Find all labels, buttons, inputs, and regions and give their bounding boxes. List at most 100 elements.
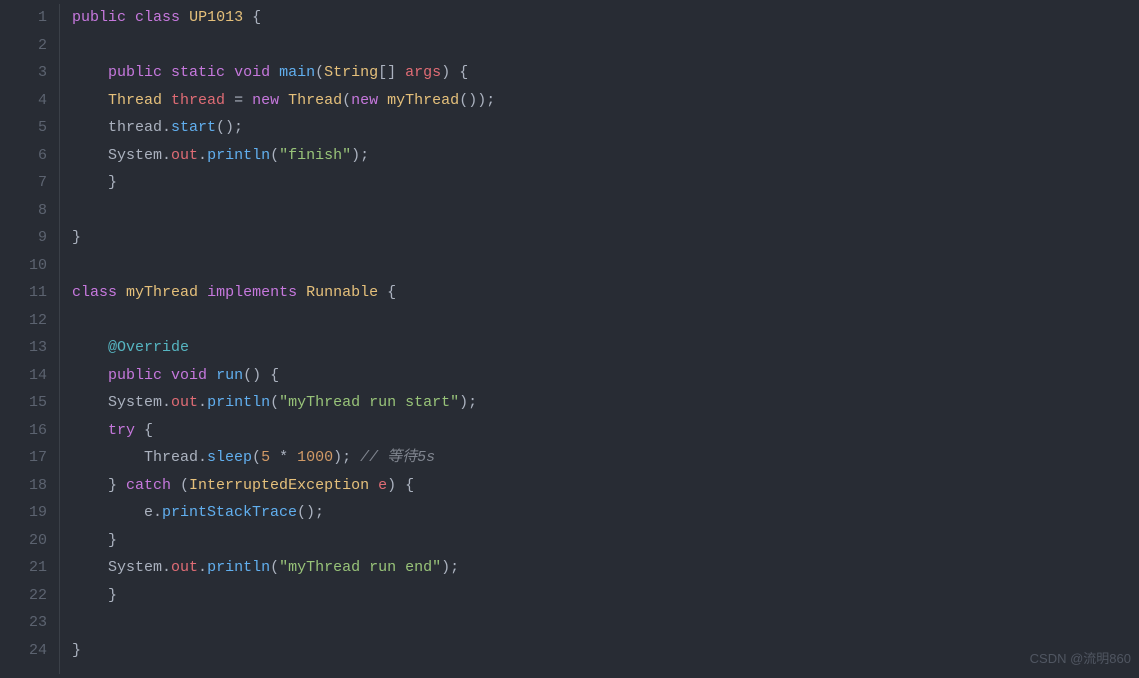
- token-type-yellow: InterruptedException: [189, 477, 369, 494]
- token-plain: ) {: [387, 477, 414, 494]
- code-line[interactable]: [72, 609, 495, 637]
- line-number: 20: [0, 527, 47, 555]
- token-plain: );: [333, 449, 360, 466]
- token-comment: // 等待5s: [360, 449, 435, 466]
- token-plain: (: [252, 449, 261, 466]
- code-line[interactable]: }: [72, 169, 495, 197]
- token-plain: System.: [72, 559, 171, 576]
- code-line[interactable]: Thread.sleep(5 * 1000); // 等待5s: [72, 444, 495, 472]
- token-plain: ();: [216, 119, 243, 136]
- token-plain: {: [243, 9, 261, 26]
- token-plain: );: [441, 559, 459, 576]
- code-line[interactable]: e.printStackTrace();: [72, 499, 495, 527]
- token-plain: [270, 64, 279, 81]
- line-number: 10: [0, 252, 47, 280]
- token-var-red: e: [378, 477, 387, 494]
- token-plain: []: [378, 64, 405, 81]
- code-area[interactable]: public class UP1013 { public static void…: [60, 4, 495, 674]
- token-plain: [72, 92, 108, 109]
- token-plain: [297, 284, 306, 301]
- token-plain: [72, 367, 108, 384]
- token-kw-purple: class: [72, 284, 117, 301]
- token-kw-purple: catch: [126, 477, 171, 494]
- token-fn-blue: println: [207, 394, 270, 411]
- line-number: 2: [0, 32, 47, 60]
- code-line[interactable]: @Override: [72, 334, 495, 362]
- token-plain: }: [72, 587, 117, 604]
- token-plain: e.: [72, 504, 162, 521]
- token-string: "myThread run end": [279, 559, 441, 576]
- token-fn-blue: start: [171, 119, 216, 136]
- code-line[interactable]: }: [72, 224, 495, 252]
- code-line[interactable]: }: [72, 637, 495, 665]
- token-plain: [162, 64, 171, 81]
- token-kw-purple: try: [108, 422, 135, 439]
- code-line[interactable]: try {: [72, 417, 495, 445]
- code-line[interactable]: [72, 307, 495, 335]
- line-number: 13: [0, 334, 47, 362]
- token-fn-blue: println: [207, 559, 270, 576]
- token-plain: .: [198, 147, 207, 164]
- token-kw-purple: implements: [207, 284, 297, 301]
- token-plain: System.: [72, 394, 171, 411]
- token-kw-purple: public: [108, 367, 162, 384]
- line-number: 22: [0, 582, 47, 610]
- token-plain: .: [198, 394, 207, 411]
- token-kw-purple: new: [252, 92, 279, 109]
- code-line[interactable]: [72, 252, 495, 280]
- token-var-red: out: [171, 147, 198, 164]
- code-line[interactable]: [72, 197, 495, 225]
- code-line[interactable]: } catch (InterruptedException e) {: [72, 472, 495, 500]
- token-plain: [162, 92, 171, 109]
- line-number: 8: [0, 197, 47, 225]
- token-plain: [117, 284, 126, 301]
- token-plain: {: [135, 422, 153, 439]
- token-plain: );: [459, 394, 477, 411]
- code-line[interactable]: System.out.println("myThread run end");: [72, 554, 495, 582]
- code-line[interactable]: System.out.println("myThread run start")…: [72, 389, 495, 417]
- token-num: 5: [261, 449, 270, 466]
- token-kw-purple: public: [108, 64, 162, 81]
- token-plain: Thread.: [72, 449, 207, 466]
- token-fn-blue: run: [216, 367, 243, 384]
- code-line[interactable]: public static void main(String[] args) {: [72, 59, 495, 87]
- code-line[interactable]: System.out.println("finish");: [72, 142, 495, 170]
- line-number: 11: [0, 279, 47, 307]
- token-type-yellow: Runnable: [306, 284, 378, 301]
- line-number-gutter: 123456789101112131415161718192021222324: [0, 4, 60, 674]
- token-fn-blue: sleep: [207, 449, 252, 466]
- token-type-yellow: String: [324, 64, 378, 81]
- token-kw-purple: class: [135, 9, 180, 26]
- line-number: 3: [0, 59, 47, 87]
- code-line[interactable]: public void run() {: [72, 362, 495, 390]
- token-kw-purple: static: [171, 64, 225, 81]
- token-num: 1000: [297, 449, 333, 466]
- token-plain: }: [72, 477, 126, 494]
- token-string: "finish": [279, 147, 351, 164]
- code-line[interactable]: public class UP1013 {: [72, 4, 495, 32]
- token-plain: thread.: [72, 119, 171, 136]
- token-kw-purple: new: [351, 92, 378, 109]
- watermark-text: CSDN @流明860: [1030, 645, 1131, 673]
- token-plain: *: [270, 449, 297, 466]
- token-plain: [378, 92, 387, 109]
- line-number: 9: [0, 224, 47, 252]
- code-line[interactable]: }: [72, 582, 495, 610]
- line-number: 12: [0, 307, 47, 335]
- token-plain: }: [72, 174, 117, 191]
- token-plain: (: [270, 147, 279, 164]
- token-plain: [72, 339, 108, 356]
- token-plain: [225, 64, 234, 81]
- token-kw-purple: void: [171, 367, 207, 384]
- code-line[interactable]: thread.start();: [72, 114, 495, 142]
- token-plain: }: [72, 532, 117, 549]
- code-line[interactable]: class myThread implements Runnable {: [72, 279, 495, 307]
- code-line[interactable]: Thread thread = new Thread(new myThread(…: [72, 87, 495, 115]
- code-line[interactable]: }: [72, 527, 495, 555]
- code-line[interactable]: [72, 32, 495, 60]
- code-editor[interactable]: 123456789101112131415161718192021222324 …: [0, 0, 1139, 678]
- token-plain: [162, 367, 171, 384]
- token-type-yellow: Thread: [288, 92, 342, 109]
- token-plain: (: [315, 64, 324, 81]
- token-var-red: out: [171, 559, 198, 576]
